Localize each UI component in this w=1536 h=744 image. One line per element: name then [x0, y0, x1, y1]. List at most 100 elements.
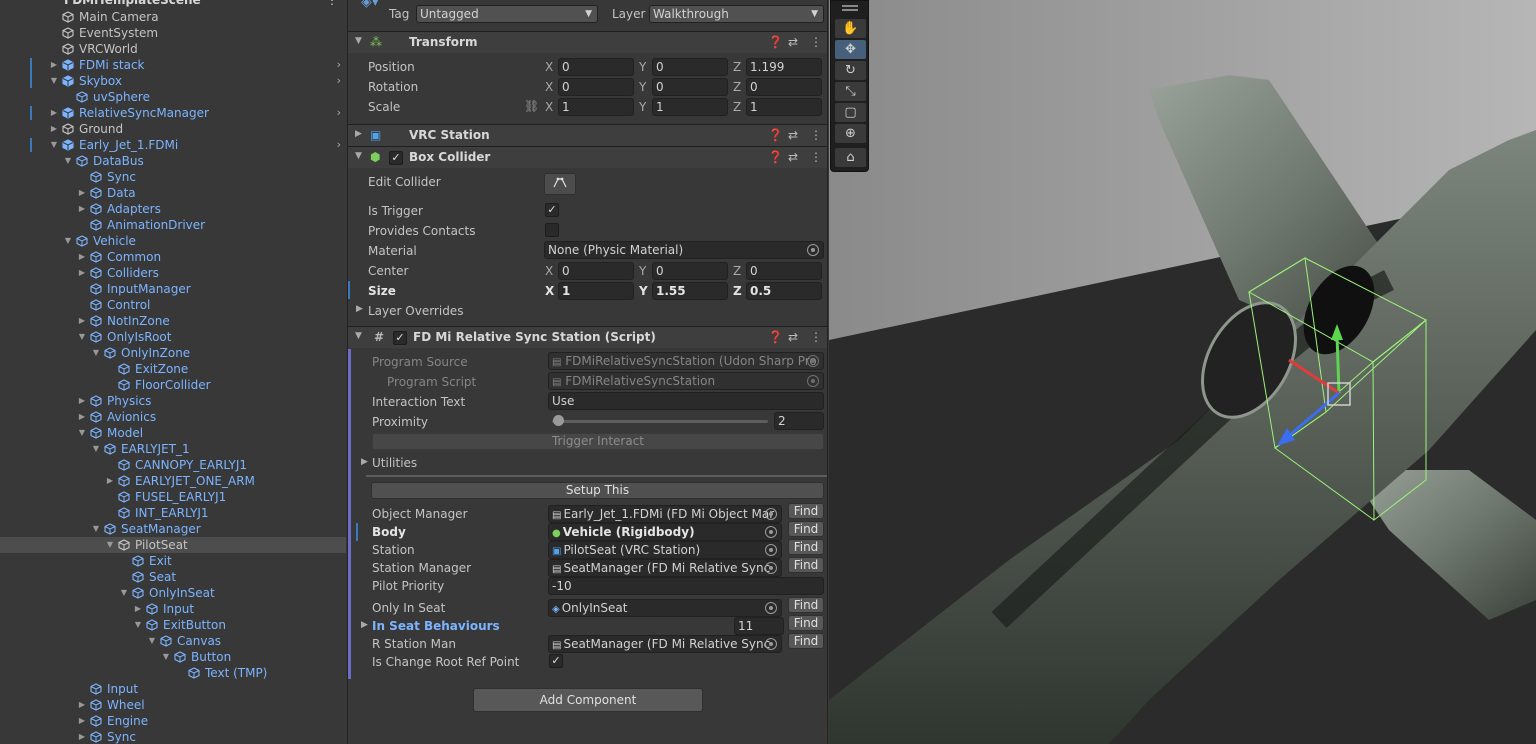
proximity-slider-thumb[interactable]: [553, 415, 564, 426]
find-button[interactable]: Find: [788, 503, 824, 519]
hierarchy-item[interactable]: ▶ Avionics: [0, 409, 346, 425]
hierarchy-item[interactable]: ▼ Button: [0, 649, 346, 665]
constrain-proportions-icon[interactable]: ⛓: [524, 99, 539, 113]
position-y-input[interactable]: 0: [652, 58, 728, 76]
foldout-closed-icon[interactable]: ▶: [356, 304, 363, 314]
center-x-input[interactable]: 0: [558, 262, 634, 280]
hierarchy-item[interactable]: Exit: [0, 553, 346, 569]
scale-tool-button[interactable]: ⤡: [835, 82, 866, 101]
object-picker-icon[interactable]: [807, 244, 819, 256]
material-field[interactable]: None (Physic Material): [544, 241, 824, 259]
hierarchy-item[interactable]: ▶ Common: [0, 249, 346, 265]
hierarchy-item[interactable]: ▶ Sync: [0, 729, 346, 744]
hand-tool-button[interactable]: ✋: [835, 19, 866, 38]
hierarchy-item[interactable]: ▼ Early_Jet_1.FDMi ›: [0, 137, 346, 153]
rotation-y-input[interactable]: 0: [652, 78, 728, 96]
gameobject-icon[interactable]: ◈▾: [361, 0, 379, 10]
hierarchy-item[interactable]: VRCWorld: [0, 41, 346, 57]
foldout-closed-icon[interactable]: ▶: [355, 129, 362, 139]
find-button[interactable]: Find: [788, 615, 824, 631]
hierarchy-item[interactable]: ▼ SeatManager: [0, 521, 346, 537]
chevron-right-icon[interactable]: ›: [337, 105, 341, 121]
foldout-closed-icon[interactable]: ▶: [49, 121, 59, 137]
help-icon[interactable]: ❓: [768, 35, 783, 49]
hierarchy-item[interactable]: ▼ EARLYJET_1: [0, 441, 346, 457]
hierarchy-item[interactable]: Control: [0, 297, 346, 313]
foldout-open-icon[interactable]: ▼: [105, 537, 115, 553]
hierarchy-item[interactable]: ▶ RelativeSyncManager ›: [0, 105, 346, 121]
hierarchy-item[interactable]: ▶ FDMi stack ›: [0, 57, 346, 73]
preset-icon[interactable]: ⇄: [788, 150, 798, 164]
component-menu-icon[interactable]: ⋮: [810, 330, 822, 344]
foldout-open-icon[interactable]: ▼: [91, 441, 101, 457]
object-picker-icon[interactable]: [765, 508, 777, 520]
tag-dropdown[interactable]: Untagged ▼: [416, 5, 598, 23]
hierarchy-item[interactable]: ▶ Physics: [0, 393, 346, 409]
hierarchy-item[interactable]: ▼ Canvas: [0, 633, 346, 649]
find-button[interactable]: Find: [788, 633, 824, 649]
help-icon[interactable]: ❓: [768, 330, 783, 344]
hierarchy-item[interactable]: Sync: [0, 169, 346, 185]
rotate-tool-button[interactable]: ↻: [835, 61, 866, 80]
in-seat-behaviours-label[interactable]: In Seat Behaviours: [372, 619, 500, 633]
foldout-open-icon[interactable]: ▼: [147, 633, 157, 649]
find-button[interactable]: Find: [788, 597, 824, 613]
component-menu-icon[interactable]: ⋮: [810, 150, 822, 164]
foldout-open-icon[interactable]: ▼: [355, 151, 362, 161]
foldout-open-icon[interactable]: ▼: [49, 137, 59, 153]
foldout-closed-icon[interactable]: ▶: [77, 393, 87, 409]
foldout-closed-icon[interactable]: ▶: [77, 265, 87, 281]
transform-header[interactable]: ▼ ⁂ Transform ❓ ⇄ ⋮: [348, 31, 827, 53]
foldout-open-icon[interactable]: ▼: [133, 617, 143, 633]
hierarchy-scene-header[interactable]: FDMiTemplateScene ⋮: [0, 0, 346, 8]
object-picker-icon[interactable]: [765, 602, 777, 614]
foldout-closed-icon[interactable]: ▶: [133, 601, 143, 617]
is-trigger-checkbox[interactable]: ✓: [545, 203, 559, 217]
hierarchy-item[interactable]: FloorCollider: [0, 377, 346, 393]
hierarchy-item[interactable]: CANNOPY_EARLYJ1: [0, 457, 346, 473]
hierarchy-item[interactable]: INT_EARLYJ1: [0, 505, 346, 521]
only-in-seat-field[interactable]: ◈ OnlyInSeat: [548, 599, 782, 617]
setup-this-button[interactable]: Setup This: [371, 482, 824, 499]
foldout-open-icon[interactable]: ▼: [49, 73, 59, 89]
object-picker-icon[interactable]: [765, 638, 777, 650]
rect-tool-button[interactable]: ▢: [835, 103, 866, 122]
hierarchy-item[interactable]: ExitZone: [0, 361, 346, 377]
foldout-closed-icon[interactable]: ▶: [361, 457, 368, 467]
provides-contacts-checkbox[interactable]: [545, 223, 559, 237]
chevron-right-icon[interactable]: ›: [337, 57, 341, 73]
component-menu-icon[interactable]: ⋮: [810, 128, 822, 142]
rotation-x-input[interactable]: 0: [558, 78, 634, 96]
foldout-closed-icon[interactable]: ▶: [77, 729, 87, 744]
size-z-input[interactable]: 0.5: [746, 282, 822, 300]
scene-view[interactable]: [829, 0, 1536, 744]
object-manager-field[interactable]: ▤ Early_Jet_1.FDMi (FD Mi Object Mar: [548, 505, 782, 523]
hierarchy-item[interactable]: ▶ Adapters: [0, 201, 346, 217]
chevron-right-icon[interactable]: ›: [337, 73, 341, 89]
hierarchy-item[interactable]: FUSEL_EARLYJ1: [0, 489, 346, 505]
hierarchy-item[interactable]: EventSystem: [0, 25, 346, 41]
vrc-station-header[interactable]: ▶ ▣ VRC Station ❓ ⇄ ⋮: [348, 124, 827, 146]
is-change-root-checkbox[interactable]: ✓: [549, 654, 563, 668]
hierarchy-item[interactable]: ▶ Input: [0, 601, 346, 617]
hierarchy-item[interactable]: Seat: [0, 569, 346, 585]
script-header[interactable]: ▼ # ✓ FD Mi Relative Sync Station (Scrip…: [348, 326, 827, 348]
help-icon[interactable]: ❓: [768, 150, 783, 164]
edit-collider-button[interactable]: [544, 173, 576, 195]
hierarchy-item[interactable]: ▶ Data: [0, 185, 346, 201]
enabled-checkbox[interactable]: ✓: [389, 151, 403, 165]
center-y-input[interactable]: 0: [652, 262, 728, 280]
foldout-open-icon[interactable]: ▼: [63, 233, 73, 249]
find-button[interactable]: Find: [788, 539, 824, 555]
body-field[interactable]: ● Vehicle (Rigidbody): [548, 523, 782, 541]
foldout-closed-icon[interactable]: ▶: [77, 713, 87, 729]
move-tool-button[interactable]: ✥: [835, 40, 866, 59]
find-button[interactable]: Find: [788, 521, 824, 537]
transform-tool-button[interactable]: ⊕: [835, 124, 866, 143]
layer-dropdown[interactable]: Walkthrough ▼: [649, 5, 824, 23]
box-collider-header[interactable]: ▼ ⬢ ✓ Box Collider ❓ ⇄ ⋮: [348, 146, 827, 168]
hierarchy-item[interactable]: ▼ OnlyInSeat: [0, 585, 346, 601]
foldout-closed-icon[interactable]: ▶: [77, 409, 87, 425]
foldout-closed-icon[interactable]: ▶: [77, 201, 87, 217]
foldout-closed-icon[interactable]: ▶: [77, 313, 87, 329]
